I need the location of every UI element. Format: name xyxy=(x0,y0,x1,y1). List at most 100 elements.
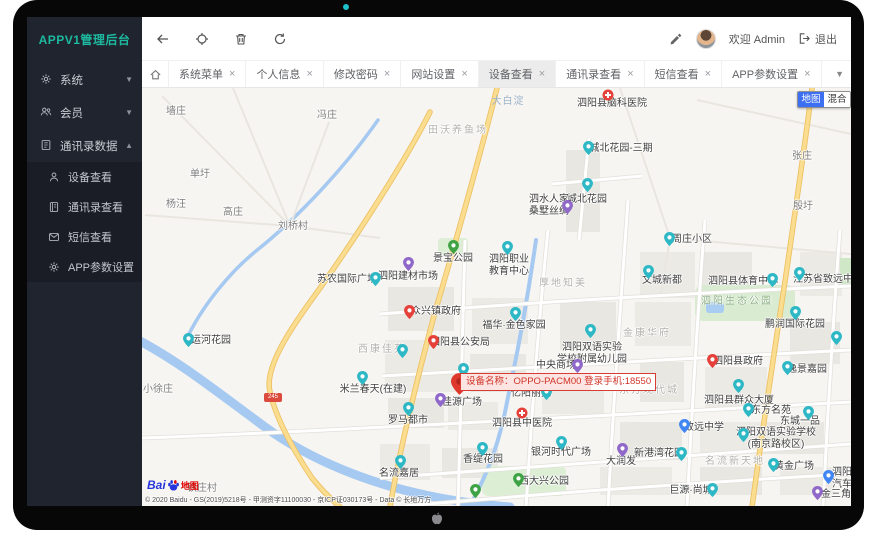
tab-close-icon[interactable]: × xyxy=(384,68,390,80)
map-pin-teal[interactable] xyxy=(802,406,814,425)
map-pin-blue[interactable] xyxy=(678,419,690,438)
back-arrow-icon[interactable] xyxy=(156,32,170,46)
map-pin-purple[interactable] xyxy=(561,200,573,219)
screen: APPV1管理后台 系统 ▼ 会员 ▼ 通讯录数据 ▲ 设备查看 通讯录查看 短信查看 APP参数… xyxy=(27,17,851,506)
map-pin-teal[interactable] xyxy=(581,178,593,197)
app-title: APPV1管理后台 xyxy=(38,33,131,47)
map-pin-teal[interactable] xyxy=(767,458,779,477)
logout-button[interactable]: 退出 xyxy=(798,31,837,47)
tab-close-icon[interactable]: × xyxy=(627,68,633,80)
map-view[interactable]: 墙庄冯庄大白淀田沃养鱼场单圩杨汪高庄刘桥村小徐庄铁庄村张庄殷圩厚地知美金康华府东… xyxy=(142,88,851,506)
main-area: 欢迎 Admin 退出 系统菜单 × 个人信息 × 修改密码 × 网站设置 × 设备查看 × 通讯录… xyxy=(142,17,851,506)
baidu-logo[interactable]: Bai 地图 xyxy=(147,478,199,492)
tab-label: 个人信息 xyxy=(256,69,301,81)
tab-sms-view[interactable]: 短信查看 × xyxy=(645,61,723,87)
sidebar-item-label: 设备查看 xyxy=(68,172,112,184)
map-pin-teal[interactable] xyxy=(584,324,596,343)
tab-change-password[interactable]: 修改密码 × xyxy=(324,61,402,87)
sidebar-item-contacts-data[interactable]: 通讯录数据 ▲ xyxy=(27,129,142,162)
tab-close-icon[interactable]: × xyxy=(539,68,545,80)
map-pin-teal[interactable] xyxy=(369,272,381,291)
tabbar-chevron-down-icon[interactable]: ▼ xyxy=(835,61,844,87)
tab-label: 通讯录查看 xyxy=(566,69,622,81)
map-pin-teal[interactable] xyxy=(737,428,749,447)
home-tab[interactable] xyxy=(142,61,169,87)
map-pin-teal[interactable] xyxy=(732,379,744,398)
map-pin-teal[interactable] xyxy=(501,241,513,260)
map-pin-green[interactable] xyxy=(447,240,459,259)
theme-brush-icon[interactable] xyxy=(669,32,683,46)
map-pin-red[interactable] xyxy=(427,335,439,354)
sidebar-item-label: 会员 xyxy=(60,107,83,120)
tab-system-menu[interactable]: 系统菜单 × xyxy=(169,61,247,87)
tab-app-params[interactable]: APP参数设置 × xyxy=(722,61,822,87)
map-pin-blue[interactable] xyxy=(822,470,834,489)
map-pin-purple[interactable] xyxy=(616,443,628,462)
sidebar-item-members[interactable]: 会员 ▼ xyxy=(27,96,142,129)
map-pin-teal[interactable] xyxy=(182,333,194,352)
chevron-down-icon: ▼ xyxy=(125,108,133,117)
sidebar-subitem-app-params[interactable]: APP参数设置 xyxy=(27,252,142,282)
welcome-text: 欢迎 Admin xyxy=(728,33,785,46)
crosshair-refresh-icon[interactable] xyxy=(195,32,209,46)
highway-shield: 245 xyxy=(264,393,282,402)
tab-contacts-view[interactable]: 通讯录查看 × xyxy=(556,61,645,87)
sidebar-item-system[interactable]: 系统 ▼ xyxy=(27,63,142,96)
map-pin-teal[interactable] xyxy=(742,403,754,422)
map-pin-teal[interactable] xyxy=(663,232,675,251)
tab-close-icon[interactable]: × xyxy=(804,68,810,80)
hospital-marker[interactable] xyxy=(602,88,614,106)
hospital-marker[interactable] xyxy=(516,406,528,424)
apple-logo-icon xyxy=(431,512,443,525)
refresh-icon[interactable] xyxy=(273,32,287,46)
tab-close-icon[interactable]: × xyxy=(306,68,312,80)
map-type-satellite-button[interactable]: 混合 xyxy=(824,92,850,107)
map-pin-teal[interactable] xyxy=(356,371,368,390)
map-pin-teal[interactable] xyxy=(509,307,521,326)
map-pin-teal[interactable] xyxy=(642,265,654,284)
address-book-icon xyxy=(40,139,53,152)
logout-label: 退出 xyxy=(815,33,837,46)
tabs-container: 系统菜单 × 个人信息 × 修改密码 × 网站设置 × 设备查看 × 通讯录查看 × 短信查看 × APP参… xyxy=(169,61,851,87)
map-pin-teal[interactable] xyxy=(675,447,687,466)
map-pin-green[interactable] xyxy=(512,473,524,492)
map-pin-teal[interactable] xyxy=(476,442,488,461)
map-pin-teal[interactable] xyxy=(396,344,408,363)
sidebar-subitem-device-view[interactable]: 设备查看 xyxy=(27,162,142,192)
tab-profile[interactable]: 个人信息 × xyxy=(246,61,324,87)
map-type-map-button[interactable]: 地图 xyxy=(798,92,824,107)
map-pin-red[interactable] xyxy=(706,354,718,373)
chevron-up-icon: ▲ xyxy=(125,141,133,150)
map-pin-teal[interactable] xyxy=(766,273,778,292)
map-pin-teal[interactable] xyxy=(582,141,594,160)
map-pin-purple[interactable] xyxy=(434,393,446,412)
sidebar-item-label: APP参数设置 xyxy=(68,262,135,274)
avatar[interactable] xyxy=(695,28,716,49)
map-pin-teal[interactable] xyxy=(830,331,842,350)
book-icon xyxy=(48,201,61,214)
map-pin-teal[interactable] xyxy=(789,306,801,325)
sidebar-subitem-sms-view[interactable]: 短信查看 xyxy=(27,222,142,252)
map-pin-teal[interactable] xyxy=(394,455,406,474)
tab-close-icon[interactable]: × xyxy=(461,68,467,80)
sidebar: APPV1管理后台 系统 ▼ 会员 ▼ 通讯录数据 ▲ 设备查看通讯录查看 短信查看 APP参数… xyxy=(27,17,142,506)
tab-site-settings[interactable]: 网站设置 × xyxy=(401,61,479,87)
person-icon xyxy=(48,171,61,184)
sidebar-subitem-contacts-view[interactable]: 通讯录查看 xyxy=(27,192,142,222)
map-pin-teal[interactable] xyxy=(706,483,718,502)
map-pin-teal[interactable] xyxy=(793,267,805,286)
map-pin-teal[interactable] xyxy=(555,436,567,455)
map-pin-teal[interactable] xyxy=(781,361,793,380)
trash-icon[interactable] xyxy=(234,32,248,46)
map-pin-red[interactable] xyxy=(403,305,415,324)
tab-device-view[interactable]: 设备查看 × xyxy=(478,61,557,87)
map-pin-teal[interactable] xyxy=(402,402,414,421)
tab-close-icon[interactable]: × xyxy=(705,68,711,80)
home-icon xyxy=(149,69,161,79)
tab-label: 系统菜单 xyxy=(179,69,223,81)
tab-label: 网站设置 xyxy=(411,69,456,81)
tab-close-icon[interactable]: × xyxy=(229,68,235,80)
map-pin-purple[interactable] xyxy=(402,257,414,276)
map-pin-green[interactable] xyxy=(469,484,481,503)
map-pin-purple[interactable] xyxy=(811,486,823,505)
